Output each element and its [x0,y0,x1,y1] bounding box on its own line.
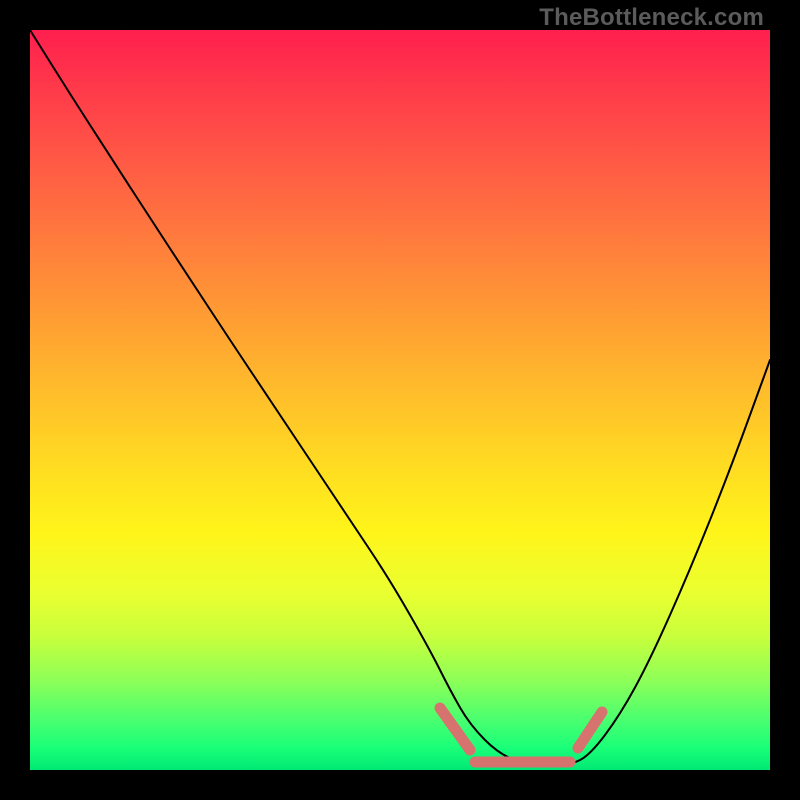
chart-canvas: TheBottleneck.com [0,0,800,800]
watermark-text: TheBottleneck.com [539,4,764,32]
bottleneck-curve [30,30,770,766]
curve-overlay [30,30,770,770]
highlight-left-tip [440,708,470,750]
